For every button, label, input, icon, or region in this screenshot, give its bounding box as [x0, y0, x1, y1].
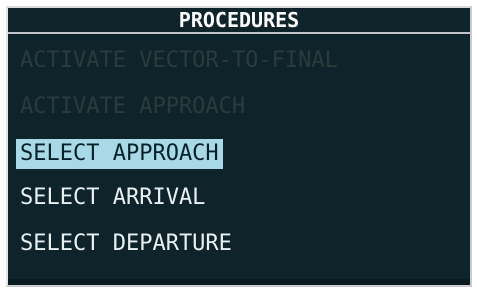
menu-item-select-arrival[interactable]: SELECT ARRIVAL: [16, 183, 209, 213]
menu-item-select-departure[interactable]: SELECT DEPARTURE: [16, 229, 236, 259]
menu-item-select-approach[interactable]: SELECT APPROACH: [16, 139, 223, 169]
menu-item-activate-approach[interactable]: ACTIVATE APPROACH: [16, 92, 249, 122]
window-titlebar: PROCEDURES: [8, 8, 470, 34]
display-bezel: PROCEDURES ACTIVATE VECTOR-TO-FINAL ACTI…: [0, 0, 477, 298]
window-title: PROCEDURES: [178, 8, 300, 32]
bottom-strip: [8, 279, 470, 285]
procedures-window: PROCEDURES ACTIVATE VECTOR-TO-FINAL ACTI…: [6, 6, 472, 287]
menu-item-activate-vector-to-final[interactable]: ACTIVATE VECTOR-TO-FINAL: [16, 46, 342, 76]
